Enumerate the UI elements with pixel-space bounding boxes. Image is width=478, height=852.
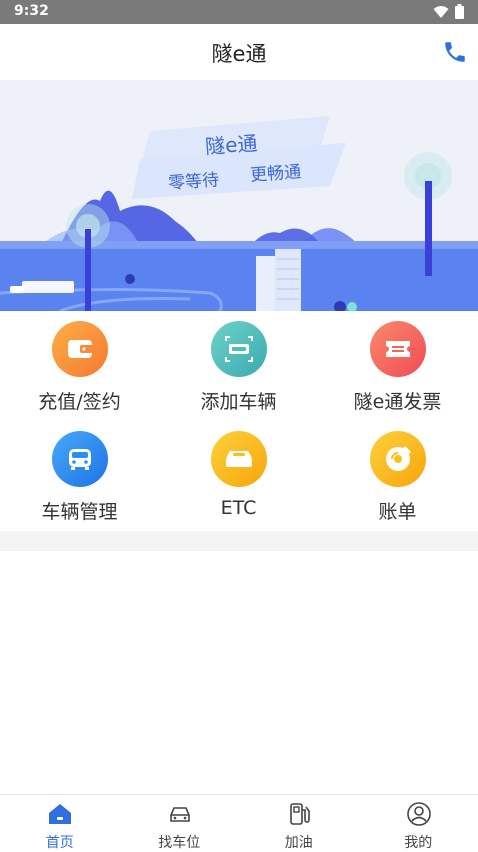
tab-find-parking[interactable]: 找车位 bbox=[120, 795, 240, 852]
battery-icon bbox=[455, 4, 464, 19]
menu-item-label: 账单 bbox=[318, 497, 477, 524]
section-divider bbox=[0, 531, 478, 551]
banner-illustration bbox=[0, 81, 478, 311]
banner-slogan-right: 更畅通 bbox=[249, 157, 302, 185]
ticket-icon bbox=[370, 321, 426, 377]
menu-item-label: 充值/签约 bbox=[0, 387, 159, 414]
bottom-tab-bar: 首页 找车位 加油 我的 bbox=[0, 794, 478, 851]
status-time: 9:32 bbox=[14, 3, 49, 19]
menu-item-label: 隧e通发票 bbox=[318, 387, 477, 414]
wallet-icon bbox=[52, 321, 108, 377]
menu-item-vehicle-management[interactable]: 车辆管理 bbox=[0, 421, 159, 531]
tab-home[interactable]: 首页 bbox=[0, 795, 120, 852]
status-icons bbox=[433, 4, 464, 19]
app-bar: 隧e通 bbox=[0, 24, 478, 80]
banner-title: 隧e通 bbox=[204, 127, 258, 160]
etc-device-icon bbox=[211, 431, 267, 487]
bill-disc-icon bbox=[370, 431, 426, 487]
tab-label: 首页 bbox=[0, 832, 120, 852]
car-icon bbox=[52, 431, 108, 487]
plate-scan-icon bbox=[211, 321, 267, 377]
menu-item-label: ETC bbox=[159, 497, 318, 519]
menu-item-bill[interactable]: 账单 bbox=[318, 421, 477, 531]
tab-label: 我的 bbox=[359, 832, 478, 852]
page-title: 隧e通 bbox=[0, 38, 478, 68]
menu-item-label: 添加车辆 bbox=[159, 387, 318, 414]
phone-icon[interactable] bbox=[442, 39, 468, 65]
tab-label: 加油 bbox=[239, 832, 359, 852]
status-bar: 9:32 bbox=[0, 0, 478, 24]
tab-refuel[interactable]: 加油 bbox=[239, 795, 359, 852]
profile-icon bbox=[406, 801, 432, 827]
banner-slogan-left: 零等待 bbox=[167, 165, 220, 193]
menu-item-recharge[interactable]: 充值/签约 bbox=[0, 311, 159, 421]
menu-item-add-vehicle[interactable]: 添加车辆 bbox=[159, 311, 318, 421]
menu-item-invoice[interactable]: 隧e通发票 bbox=[318, 311, 477, 421]
function-menu-grid: 充值/签约 添加车辆 隧e通发票 车辆管理 ETC 账单 bbox=[0, 311, 478, 531]
tab-mine[interactable]: 我的 bbox=[359, 795, 478, 852]
wifi-icon bbox=[433, 5, 449, 19]
menu-item-label: 车辆管理 bbox=[0, 497, 159, 524]
promo-banner[interactable]: 隧e通 零等待 更畅通 bbox=[0, 81, 478, 311]
tab-label: 找车位 bbox=[120, 832, 240, 852]
fuel-pump-icon bbox=[286, 801, 312, 827]
car-outline-icon bbox=[167, 801, 193, 827]
menu-item-etc[interactable]: ETC bbox=[159, 421, 318, 531]
home-icon bbox=[47, 801, 73, 827]
